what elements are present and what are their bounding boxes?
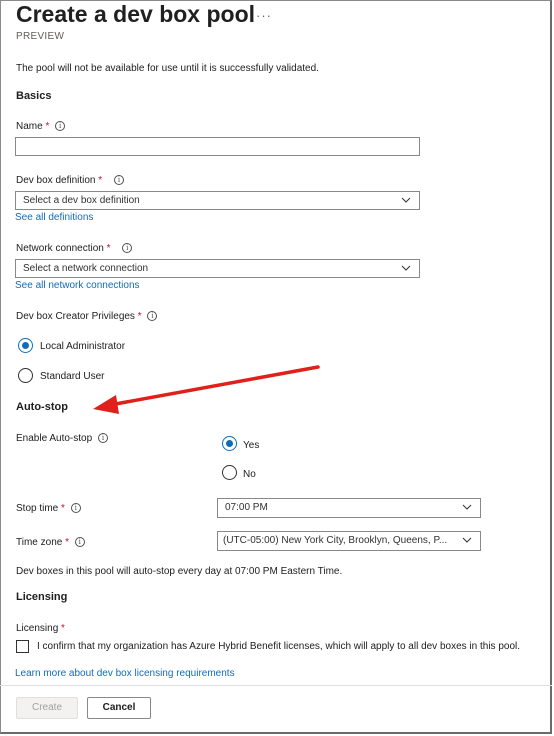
stop-time-label-text: Stop time	[16, 503, 59, 514]
required-mark: *	[106, 243, 111, 254]
licensing-heading: Licensing	[16, 591, 68, 603]
required-mark: *	[98, 175, 103, 186]
network-connection-select[interactable]: Select a network connection	[15, 259, 420, 278]
name-label-text: Name	[16, 121, 43, 132]
auto-stop-yes-radio[interactable]	[222, 436, 237, 451]
stop-time-select[interactable]: 07:00 PM	[217, 498, 481, 518]
auto-stop-yes-label[interactable]: Yes	[243, 440, 259, 451]
local-administrator-radio[interactable]	[18, 338, 33, 353]
standard-user-radio[interactable]	[18, 368, 33, 383]
info-icon[interactable]: i	[122, 243, 133, 253]
stop-time-value: 07:00 PM	[225, 502, 268, 513]
network-connection-placeholder: Select a network connection	[23, 263, 149, 274]
time-zone-label: Time zone * i	[16, 537, 85, 548]
info-icon[interactable]: i	[113, 175, 124, 185]
time-zone-value: (UTC-05:00) New York City, Brooklyn, Que…	[223, 535, 448, 546]
time-zone-select[interactable]: (UTC-05:00) New York City, Brooklyn, Que…	[217, 531, 481, 551]
see-all-network-connections-link[interactable]: See all network connections	[15, 280, 140, 291]
dev-box-definition-label: Dev box definition * i	[16, 175, 124, 186]
basics-heading: Basics	[16, 90, 52, 102]
licensing-label-text: Licensing	[16, 623, 59, 634]
page-title: Create a dev box pool	[16, 1, 256, 27]
hybrid-benefit-checkbox[interactable]	[16, 640, 29, 653]
network-connection-label-text: Network connection	[16, 243, 104, 254]
creator-privileges-label: Dev box Creator Privileges * i	[16, 311, 158, 322]
auto-stop-heading: Auto-stop	[16, 401, 68, 413]
network-connection-label: Network connection * i	[16, 243, 133, 254]
chevron-down-icon	[462, 537, 472, 543]
licensing-requirements-link[interactable]: Learn more about dev box licensing requi…	[15, 668, 235, 679]
info-icon[interactable]: i	[97, 433, 108, 443]
info-icon[interactable]: i	[55, 121, 66, 131]
stop-time-label: Stop time * i	[16, 503, 81, 514]
dev-box-definition-label-text: Dev box definition	[16, 175, 96, 186]
enable-auto-stop-label: Enable Auto-stop i	[16, 433, 108, 444]
dev-box-definition-select[interactable]: Select a dev box definition	[15, 191, 420, 210]
required-mark: *	[45, 121, 50, 132]
local-administrator-label[interactable]: Local Administrator	[40, 341, 125, 352]
required-mark: *	[61, 503, 65, 514]
required-mark: *	[65, 537, 70, 548]
name-input[interactable]	[15, 137, 420, 156]
footer-divider	[0, 685, 552, 686]
chevron-down-icon	[401, 197, 411, 203]
info-icon[interactable]: i	[70, 503, 81, 513]
hybrid-benefit-checkbox-label[interactable]: I confirm that my organization has Azure…	[37, 641, 520, 652]
chevron-down-icon	[401, 265, 411, 271]
cancel-button[interactable]: Cancel	[87, 697, 151, 719]
enable-auto-stop-label-text: Enable Auto-stop	[16, 433, 93, 444]
validation-notice: The pool will not be available for use u…	[16, 63, 319, 74]
auto-stop-summary: Dev boxes in this pool will auto-stop ev…	[16, 566, 343, 577]
info-icon[interactable]: i	[147, 311, 158, 321]
see-all-definitions-link[interactable]: See all definitions	[15, 212, 93, 223]
more-options-button[interactable]: ···	[256, 8, 272, 23]
auto-stop-no-label[interactable]: No	[243, 469, 256, 480]
time-zone-label-text: Time zone	[16, 537, 63, 548]
licensing-label: Licensing *	[16, 623, 65, 634]
required-mark: *	[61, 623, 65, 634]
dialog-frame	[0, 0, 552, 734]
creator-privileges-label-text: Dev box Creator Privileges	[16, 311, 135, 322]
create-button[interactable]: Create	[16, 697, 78, 719]
dev-box-definition-placeholder: Select a dev box definition	[23, 195, 140, 206]
chevron-down-icon	[462, 504, 472, 510]
preview-label: PREVIEW	[16, 31, 65, 42]
auto-stop-no-radio[interactable]	[222, 465, 237, 480]
name-label: Name * i	[16, 121, 66, 132]
required-mark: *	[137, 311, 142, 322]
standard-user-label[interactable]: Standard User	[40, 371, 104, 382]
info-icon[interactable]: i	[74, 537, 85, 547]
